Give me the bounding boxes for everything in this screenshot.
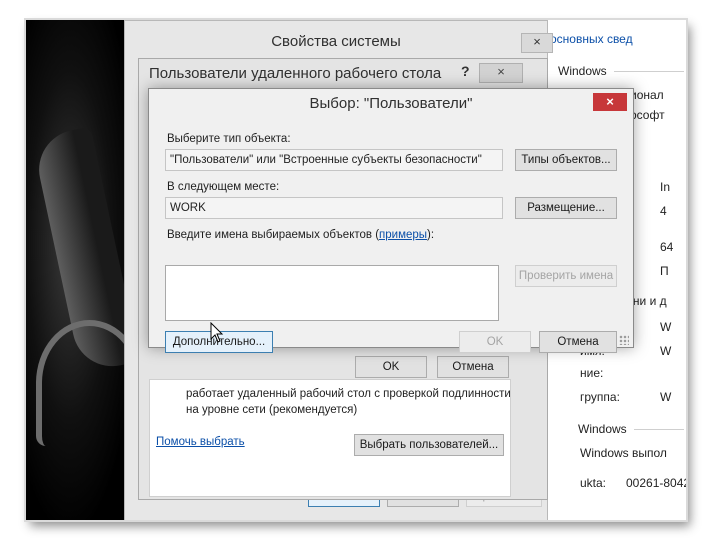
info-section-windows: Windows	[558, 64, 607, 78]
info-product-id: 00261-80423-	[626, 476, 686, 490]
system-properties-title: Свойства системы	[271, 33, 401, 50]
nla-option-text-line1: работает удаленный рабочий стол с провер…	[186, 388, 511, 400]
remote-users-ok-button[interactable]: OK	[355, 356, 427, 378]
info-workgroup: W	[660, 390, 672, 404]
select-users-title: Выбор: "Пользователи"	[309, 95, 473, 112]
select-users-ok-button[interactable]: OK	[459, 331, 531, 353]
info-activation-status: Windows выпол	[580, 446, 667, 460]
info-description-label: ние:	[580, 366, 604, 380]
object-names-input[interactable]	[165, 265, 499, 321]
object-type-label: Выберите тип объекта:	[167, 133, 291, 145]
remote-desktop-users-title: Пользователи удаленного рабочего стола	[149, 65, 442, 82]
location-label: В следующем месте:	[167, 181, 280, 193]
help-me-choose-link[interactable]: Помочь выбрать	[156, 436, 245, 448]
info-ram: 4	[660, 204, 667, 218]
info-pen: П	[660, 264, 669, 278]
select-users-dialog: Выбор: "Пользователи" × Выберите тип объ…	[148, 88, 634, 353]
system-properties-close-button[interactable]: ×	[521, 33, 553, 53]
remote-desktop-users-close-button[interactable]: ×	[479, 63, 523, 83]
nla-option-text-line2: на уровне сети (рекомендуется)	[186, 404, 358, 416]
info-system-type: 64	[660, 240, 674, 254]
section-divider	[614, 71, 684, 72]
remote-settings-panel: работает удаленный рабочий стол с провер…	[149, 379, 511, 497]
select-users-button[interactable]: Выбрать пользователей...	[354, 434, 504, 456]
info-workgroup-label: группа:	[580, 390, 620, 404]
select-users-close-button[interactable]: ×	[593, 93, 627, 111]
select-users-cancel-button[interactable]: Отмена	[539, 331, 617, 353]
info-processor: In	[660, 180, 671, 194]
resize-grip-icon[interactable]	[619, 335, 629, 345]
object-names-label-suffix: ):	[427, 229, 435, 241]
object-type-field: "Пользователи" или "Встроенные субъекты …	[165, 149, 503, 171]
locations-button[interactable]: Размещение...	[515, 197, 617, 219]
location-field: WORK	[165, 197, 503, 219]
info-copyright: ософт	[630, 108, 665, 122]
screenshot-scene: о основных свед Windows ионал ософт In 4…	[26, 20, 686, 520]
info-header-link[interactable]: о основных свед	[540, 32, 633, 46]
object-types-button[interactable]: Типы объектов...	[515, 149, 617, 171]
desktop-background	[26, 20, 143, 520]
examples-link[interactable]: примеры	[379, 229, 427, 241]
info-full-name: W	[660, 344, 672, 358]
object-names-label: Введите имена выбираемых объектов (приме…	[167, 229, 434, 241]
object-names-label-text: Введите имена выбираемых объектов (	[167, 229, 380, 241]
section-divider	[634, 429, 684, 430]
check-names-button[interactable]: Проверить имена	[515, 265, 617, 287]
info-edition: ионал	[630, 88, 664, 102]
remote-users-cancel-button[interactable]: Отмена	[437, 356, 509, 378]
info-computer-name: W	[660, 320, 672, 334]
help-icon[interactable]: ?	[461, 63, 470, 79]
info-product-id-label: ukta:	[580, 476, 607, 490]
info-section-activation: Windows	[578, 422, 627, 436]
